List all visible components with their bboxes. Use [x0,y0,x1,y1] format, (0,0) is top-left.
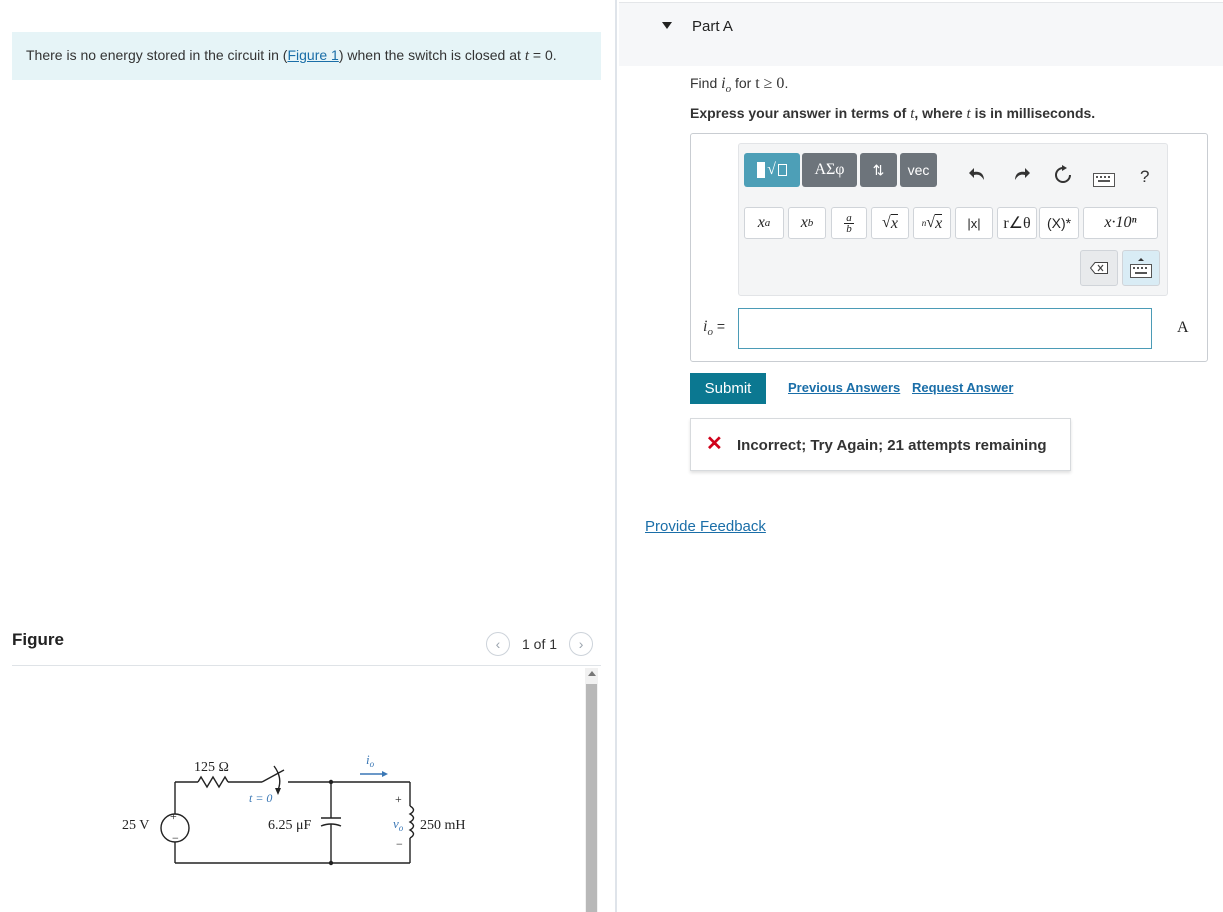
figure-scrollbar[interactable] [585,668,598,912]
voltage-label: vo [393,816,404,833]
question-for: for [731,75,756,91]
nthroot-button[interactable]: n √ x [913,207,951,239]
current-arrow-head [382,771,388,777]
instruction-middle: , where [914,105,967,121]
instruction-before: Express your answer in terms of [690,105,911,121]
capacitor-label: 6.25 μF [268,818,312,833]
intro-text-middle: ) when the switch is closed at [338,47,525,63]
keyboard-button[interactable] [1093,170,1115,193]
undo-icon [969,168,984,180]
question-condition: t ≥ 0 [755,75,785,92]
x-icon: ✕ [706,433,723,455]
undo-button[interactable] [968,165,988,189]
sqrt-button[interactable]: √ x [871,207,909,239]
question-end: . [784,75,789,91]
left-pane: There is no energy stored in the circuit… [0,0,615,912]
keyboard-icon [1093,173,1115,187]
keyboard-toggle-button[interactable] [1122,250,1160,286]
request-answer-link[interactable]: Request Answer [912,380,1013,395]
resistor-label: 125 Ω [194,760,229,775]
superscript-button[interactable]: xa [744,207,784,239]
redo-icon [1015,168,1030,180]
delete-button[interactable] [1080,250,1118,286]
abs-button[interactable]: |x| [955,207,993,239]
scrollbar-thumb[interactable] [586,684,597,912]
previous-answers-link[interactable]: Previous Answers [788,380,900,395]
answer-label: io = [703,318,726,339]
circuit-diagram: + − 25 V 125 Ω t = 0 6.25 μF io + vo − 2… [122,752,466,866]
vo-plus: + [395,792,402,806]
source-plus: + [170,809,177,823]
collapse-caret-icon[interactable] [662,22,672,29]
vo-minus: − [396,837,403,851]
question-var: io [721,75,732,96]
switch-label: t = 0 [249,791,272,805]
instruction-after: is in milliseconds. [970,105,1096,121]
answer-unit: A [1177,319,1189,336]
backspace-icon [1090,262,1108,274]
scientific-notation-button[interactable]: x·10ⁿ [1083,207,1158,239]
vec-button[interactable]: vec [900,153,937,187]
arrows-button[interactable]: ⇅ [860,153,897,187]
chevron-left-icon: ‹ [495,636,501,652]
intro-text-before: There is no energy stored in the circuit… [26,47,288,63]
instruction-text: Express your answer in terms of t, where… [690,105,1095,123]
question-find: Find [690,75,722,91]
templates-icon: √ [757,161,787,179]
provide-feedback-link[interactable]: Provide Feedback [645,518,766,535]
feedback-message: Incorrect; Try Again; 21 attempts remain… [737,437,1047,454]
intro-text-after: = 0. [528,47,557,63]
polar-button[interactable]: r∠θ [997,207,1037,239]
submit-button[interactable]: Submit [690,373,766,404]
figure-nav: ‹ 1 of 1 › [486,631,594,657]
source-minus: − [172,831,179,845]
figure-next-button[interactable]: › [569,632,594,656]
fraction-button[interactable]: ab [831,207,867,239]
help-button[interactable]: ? [1140,167,1149,187]
greek-button[interactable]: ΑΣφ [802,153,857,187]
switch-arrow-head [275,788,281,795]
answer-input[interactable] [738,308,1152,349]
reset-icon [1055,165,1071,183]
part-title[interactable]: Part A [692,18,733,35]
chevron-right-icon: › [578,636,584,652]
reset-button[interactable] [1053,165,1073,191]
redo-button[interactable] [1011,165,1031,189]
conjugate-button[interactable]: (X)* [1039,207,1079,239]
pane-divider[interactable] [615,0,617,912]
figure-counter: 1 of 1 [522,636,558,652]
figure-title: Figure [12,630,64,649]
source-label: 25 V [122,818,149,833]
keyboard-icon [1130,258,1152,278]
scroll-up-arrow-icon[interactable] [588,671,596,676]
figure-link[interactable]: Figure 1 [287,47,338,63]
inductor-label: 250 mH [420,818,466,833]
figure-prev-button[interactable]: ‹ [486,632,510,656]
figure-divider [12,665,601,666]
problem-intro: There is no energy stored in the circuit… [12,32,601,80]
question-text: Find io for t ≥ 0. [690,75,788,95]
subscript-button[interactable]: xb [788,207,826,239]
templates-button[interactable]: √ [744,153,800,187]
current-label: io [366,752,375,769]
